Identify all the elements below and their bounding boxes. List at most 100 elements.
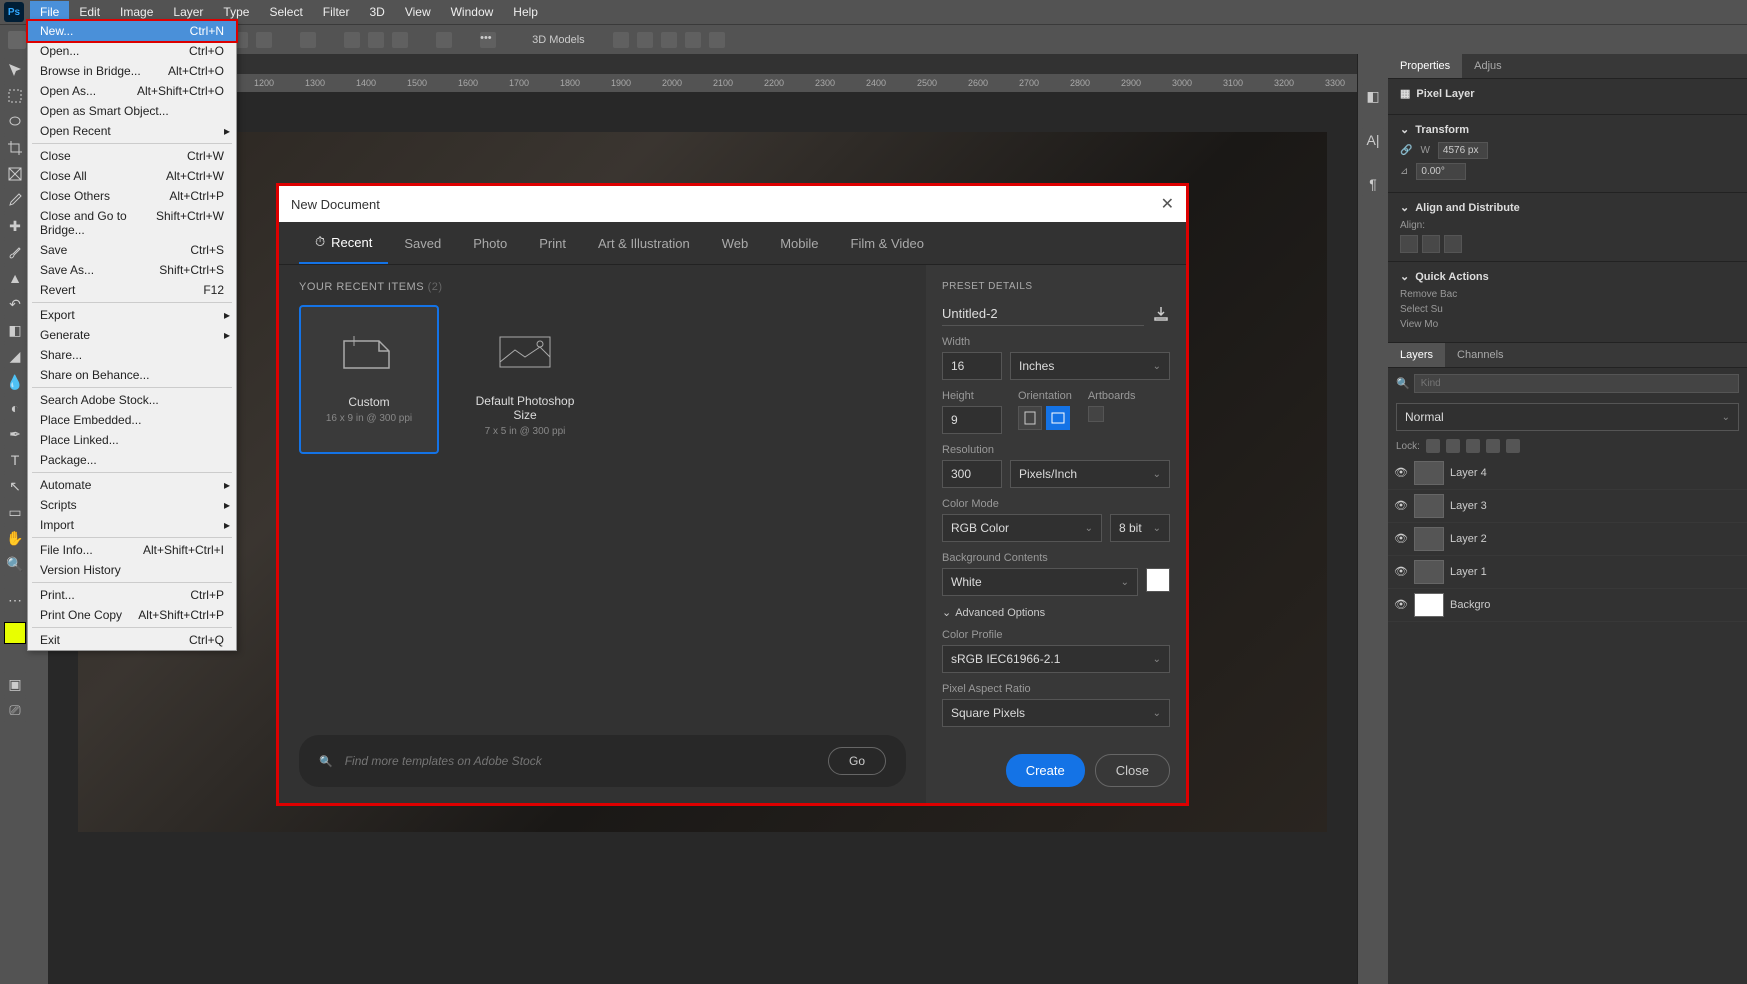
quick-actions-title[interactable]: Quick Actions: [1415, 271, 1489, 283]
align-right-icon[interactable]: [256, 32, 272, 48]
eyedropper-tool[interactable]: [3, 188, 27, 212]
dodge-tool[interactable]: ◐: [3, 396, 27, 420]
tab-photo[interactable]: Photo: [457, 222, 523, 264]
file-menu-item[interactable]: Close and Go to Bridge...Shift+Ctrl+W: [28, 206, 236, 240]
file-menu-item[interactable]: Print...Ctrl+P: [28, 585, 236, 605]
file-menu-item[interactable]: Print One CopyAlt+Shift+Ctrl+P: [28, 605, 236, 625]
layer-filter-input[interactable]: [1414, 374, 1739, 393]
tab-film[interactable]: Film & Video: [835, 222, 940, 264]
hand-tool[interactable]: ✋: [3, 526, 27, 550]
file-menu-item[interactable]: Automate▸: [28, 475, 236, 495]
file-menu-item[interactable]: Export▸: [28, 305, 236, 325]
visibility-icon[interactable]: 👁: [1394, 598, 1408, 612]
file-menu-item[interactable]: Open as Smart Object...: [28, 101, 236, 121]
tab-web[interactable]: Web: [706, 222, 765, 264]
color-panel-icon[interactable]: ◧: [1361, 84, 1385, 108]
tab-saved[interactable]: Saved: [388, 222, 457, 264]
menu-3d[interactable]: 3D: [359, 1, 394, 23]
file-menu-item[interactable]: File Info...Alt+Shift+Ctrl+I: [28, 540, 236, 560]
color-profile-select[interactable]: sRGB IEC61966-2.1⌄: [942, 645, 1170, 673]
file-menu-item[interactable]: Generate▸: [28, 325, 236, 345]
transform-section-title[interactable]: Transform: [1415, 124, 1469, 136]
distribute-4-icon[interactable]: [436, 32, 452, 48]
tab-print[interactable]: Print: [523, 222, 582, 264]
more-icon[interactable]: •••: [480, 32, 496, 48]
file-menu-item[interactable]: Save As...Shift+Ctrl+S: [28, 260, 236, 280]
type-tool[interactable]: T: [3, 448, 27, 472]
more-tools[interactable]: ⋯: [3, 588, 27, 612]
shape-tool[interactable]: ▭: [3, 500, 27, 524]
layer-row[interactable]: 👁Layer 1: [1388, 556, 1747, 589]
width-unit-select[interactable]: Inches⌄: [1010, 352, 1170, 380]
character-panel-icon[interactable]: A|: [1361, 128, 1385, 152]
marquee-tool[interactable]: [3, 84, 27, 108]
bg-contents-select[interactable]: White⌄: [942, 568, 1138, 596]
angle-input[interactable]: [1416, 163, 1466, 180]
file-menu-item[interactable]: Scripts▸: [28, 495, 236, 515]
select-subject-btn[interactable]: Select Su: [1400, 304, 1443, 315]
align-right-btn[interactable]: [1444, 235, 1462, 253]
stock-search-input[interactable]: [345, 754, 816, 768]
preset-custom[interactable]: Custom 16 x 9 in @ 300 ppi: [299, 305, 439, 454]
visibility-icon[interactable]: 👁: [1394, 499, 1408, 513]
width-input[interactable]: [942, 352, 1002, 380]
file-menu-item[interactable]: Share on Behance...: [28, 365, 236, 385]
screen-mode-icon[interactable]: ⎚: [3, 698, 27, 722]
healing-tool[interactable]: ✚: [3, 214, 27, 238]
document-name-input[interactable]: [942, 302, 1144, 326]
menu-help[interactable]: Help: [503, 1, 548, 23]
fg-color-swatch[interactable]: [4, 622, 26, 644]
preset-default[interactable]: Default Photoshop Size 7 x 5 in @ 300 pp…: [455, 305, 595, 454]
menu-select[interactable]: Select: [259, 1, 312, 23]
save-preset-icon[interactable]: [1152, 305, 1170, 323]
lock-pixels-icon[interactable]: [1446, 439, 1460, 453]
file-menu-item[interactable]: Import▸: [28, 515, 236, 535]
lock-artboard-icon[interactable]: [1486, 439, 1500, 453]
properties-tab[interactable]: Properties: [1388, 54, 1462, 78]
lasso-tool[interactable]: [3, 110, 27, 134]
menu-window[interactable]: Window: [441, 1, 504, 23]
tab-art[interactable]: Art & Illustration: [582, 222, 706, 264]
move-tool[interactable]: [3, 58, 27, 82]
paragraph-panel-icon[interactable]: ¶: [1361, 172, 1385, 196]
blend-mode-select[interactable]: Normal⌄: [1396, 403, 1739, 431]
file-menu-item[interactable]: Close AllAlt+Ctrl+W: [28, 166, 236, 186]
visibility-icon[interactable]: 👁: [1394, 466, 1408, 480]
create-button[interactable]: Create: [1006, 754, 1085, 787]
align-left-btn[interactable]: [1400, 235, 1418, 253]
file-menu-item[interactable]: Place Embedded...: [28, 410, 236, 430]
pen-tool[interactable]: ✒: [3, 422, 27, 446]
width-input[interactable]: [1438, 142, 1488, 159]
file-menu-item[interactable]: RevertF12: [28, 280, 236, 300]
lock-all-icon[interactable]: [1506, 439, 1520, 453]
artboards-checkbox[interactable]: [1088, 406, 1104, 422]
tab-mobile[interactable]: Mobile: [764, 222, 834, 264]
file-menu-item[interactable]: Version History: [28, 560, 236, 580]
distribute-3-icon[interactable]: [392, 32, 408, 48]
lock-position-icon[interactable]: [1466, 439, 1480, 453]
3d-opt-4-icon[interactable]: [685, 32, 701, 48]
file-menu-item[interactable]: ExitCtrl+Q: [28, 630, 236, 650]
lock-transparency-icon[interactable]: [1426, 439, 1440, 453]
menu-filter[interactable]: Filter: [313, 1, 360, 23]
remove-bg-btn[interactable]: Remove Bac: [1400, 289, 1457, 300]
3d-models-label[interactable]: 3D Models: [532, 34, 585, 46]
file-menu-item[interactable]: Place Linked...: [28, 430, 236, 450]
align-section-title[interactable]: Align and Distribute: [1415, 202, 1520, 214]
resolution-unit-select[interactable]: Pixels/Inch⌄: [1010, 460, 1170, 488]
stamp-tool[interactable]: ▲: [3, 266, 27, 290]
link-wh-icon[interactable]: 🔗: [1400, 145, 1412, 156]
file-menu-item[interactable]: New...Ctrl+N: [26, 19, 238, 43]
go-button[interactable]: Go: [828, 747, 886, 775]
file-menu-item[interactable]: Close OthersAlt+Ctrl+P: [28, 186, 236, 206]
landscape-button[interactable]: [1046, 406, 1070, 430]
blur-tool[interactable]: 💧: [3, 370, 27, 394]
distribute-v-icon[interactable]: [344, 32, 360, 48]
layers-tab[interactable]: Layers: [1388, 343, 1445, 367]
height-input[interactable]: [942, 406, 1002, 434]
close-button[interactable]: Close: [1095, 754, 1170, 787]
path-tool[interactable]: ↖: [3, 474, 27, 498]
3d-opt-5-icon[interactable]: [709, 32, 725, 48]
visibility-icon[interactable]: 👁: [1394, 565, 1408, 579]
layer-row[interactable]: 👁Layer 4: [1388, 457, 1747, 490]
